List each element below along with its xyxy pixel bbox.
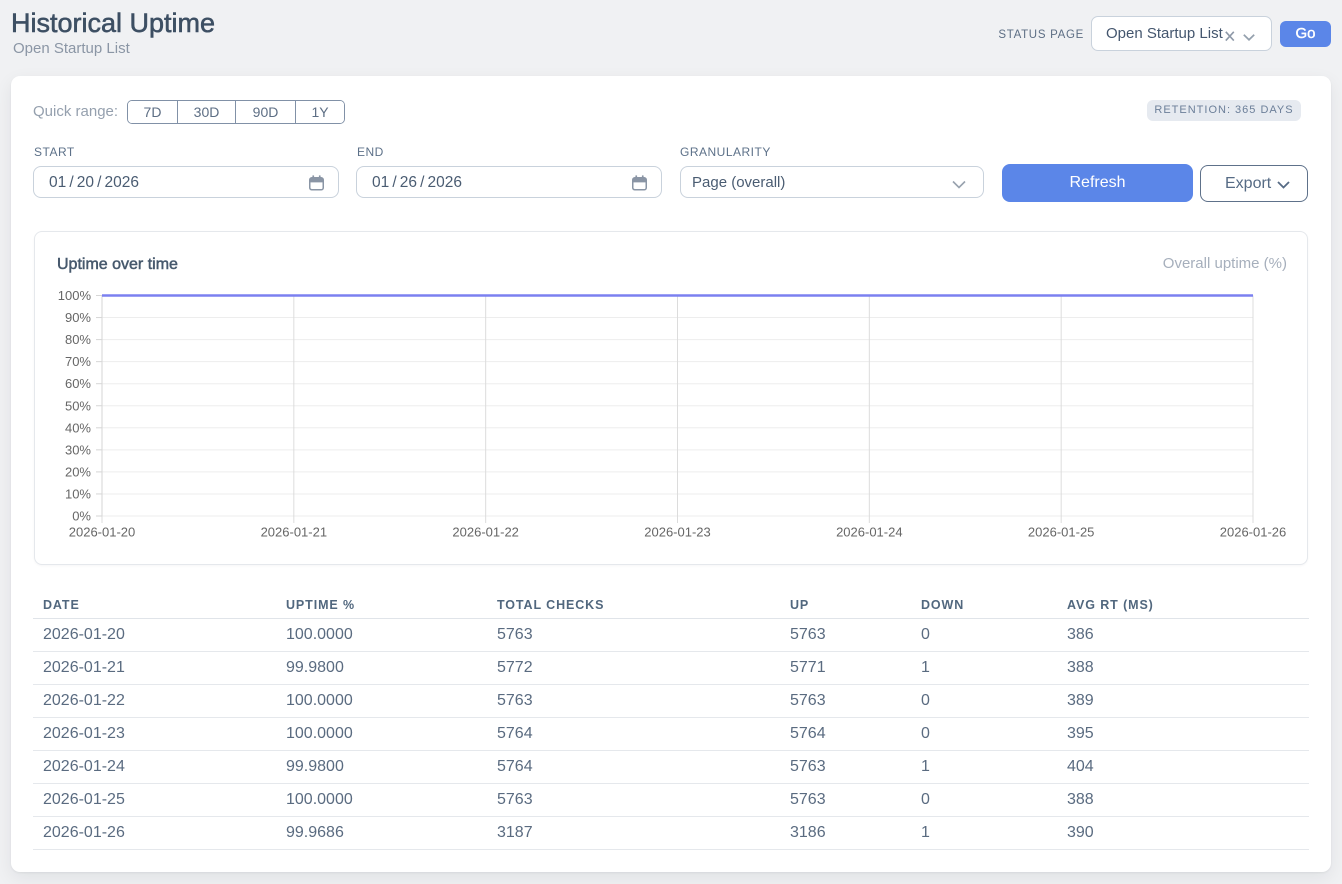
svg-text:2026-01-22: 2026-01-22 (452, 525, 519, 540)
svg-text:60%: 60% (65, 376, 91, 391)
svg-text:80%: 80% (65, 332, 91, 347)
svg-text:2026-01-24: 2026-01-24 (836, 525, 903, 540)
svg-text:90%: 90% (65, 310, 91, 325)
svg-text:2026-01-20: 2026-01-20 (69, 525, 136, 540)
svg-text:50%: 50% (65, 398, 91, 413)
svg-text:30%: 30% (65, 442, 91, 457)
svg-text:20%: 20% (65, 464, 91, 479)
svg-text:2026-01-25: 2026-01-25 (1028, 525, 1095, 540)
svg-text:100%: 100% (58, 288, 92, 303)
svg-text:0%: 0% (72, 509, 91, 524)
svg-text:40%: 40% (65, 420, 91, 435)
svg-text:70%: 70% (65, 354, 91, 369)
svg-text:2026-01-23: 2026-01-23 (644, 525, 711, 540)
svg-text:2026-01-26: 2026-01-26 (1220, 525, 1287, 540)
svg-text:10%: 10% (65, 486, 91, 501)
svg-text:2026-01-21: 2026-01-21 (261, 525, 328, 540)
